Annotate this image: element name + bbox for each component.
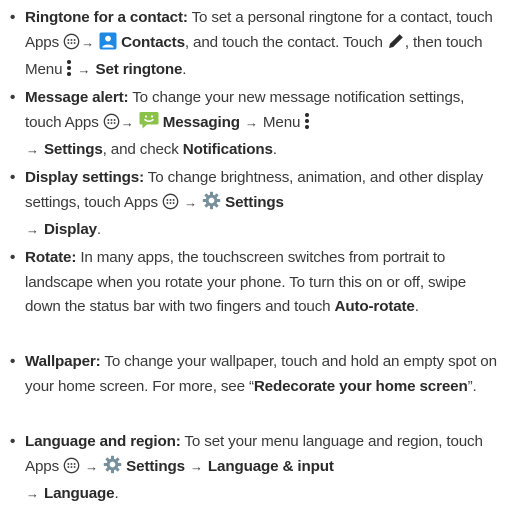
list-item-ringtone: • Ringtone for a contact: To set a perso…	[10, 6, 502, 86]
list-item-display-settings: • Display settings: To change brightness…	[10, 166, 502, 243]
item-title: Display settings:	[25, 169, 144, 186]
item-title: Rotate:	[25, 249, 77, 266]
bullet: •	[10, 89, 16, 106]
settings-icon	[103, 455, 122, 483]
list-item-rotate: • Rotate: In many apps, the touchscreen …	[10, 246, 502, 320]
list-item-text: Rotate: In many apps, the touchscreen sw…	[25, 249, 467, 315]
list-item-text: Language and region: To set your menu la…	[25, 433, 483, 502]
arrow: →	[120, 114, 134, 130]
item-title: Message alert:	[25, 89, 129, 106]
list-item-message-alert: • Message alert: To change your new mess…	[10, 86, 502, 163]
edit-pencil-icon	[387, 32, 405, 59]
settings-icon	[202, 191, 221, 219]
apps-icon	[162, 193, 179, 219]
arrow: →	[26, 222, 39, 237]
menu-icon	[304, 112, 310, 139]
apps-icon	[63, 457, 80, 483]
list-item-text: Wallpaper: To change your wallpaper, tou…	[25, 353, 497, 395]
bullet: •	[10, 249, 16, 266]
manual-page: • Ringtone for a contact: To set a perso…	[0, 0, 508, 502]
arrow: →	[85, 458, 99, 474]
apps-icon	[63, 33, 80, 59]
list-item-wallpaper: • Wallpaper: To change your wallpaper, t…	[10, 350, 502, 399]
list-item-text: Ringtone for a contact: To set a persona…	[25, 6, 502, 86]
list-item-text: Display settings: To change brightness, …	[25, 169, 484, 238]
item-title: Ringtone for a contact:	[25, 9, 188, 26]
item-title: Language and region:	[25, 433, 181, 450]
item-title: Wallpaper:	[25, 353, 101, 370]
arrow: →	[26, 486, 39, 501]
section-link[interactable]: Redecorate your home screen	[254, 378, 468, 395]
menu-icon	[66, 59, 72, 86]
bullet: •	[10, 353, 16, 370]
arrow: →	[244, 114, 258, 130]
arrow: →	[189, 458, 203, 474]
bullet: •	[10, 9, 16, 26]
contacts-icon	[99, 32, 117, 59]
list-item-text: Message alert: To change your new messag…	[25, 89, 465, 158]
apps-icon	[103, 113, 120, 139]
arrow: →	[184, 194, 197, 210]
messaging-icon	[139, 111, 159, 139]
arrow: →	[26, 142, 39, 157]
bullet: •	[10, 169, 16, 186]
arrow: →	[81, 34, 94, 50]
list-item-language-region: • Language and region: To set your menu …	[10, 430, 502, 507]
bullet: •	[10, 433, 16, 450]
arrow: →	[77, 62, 91, 77]
